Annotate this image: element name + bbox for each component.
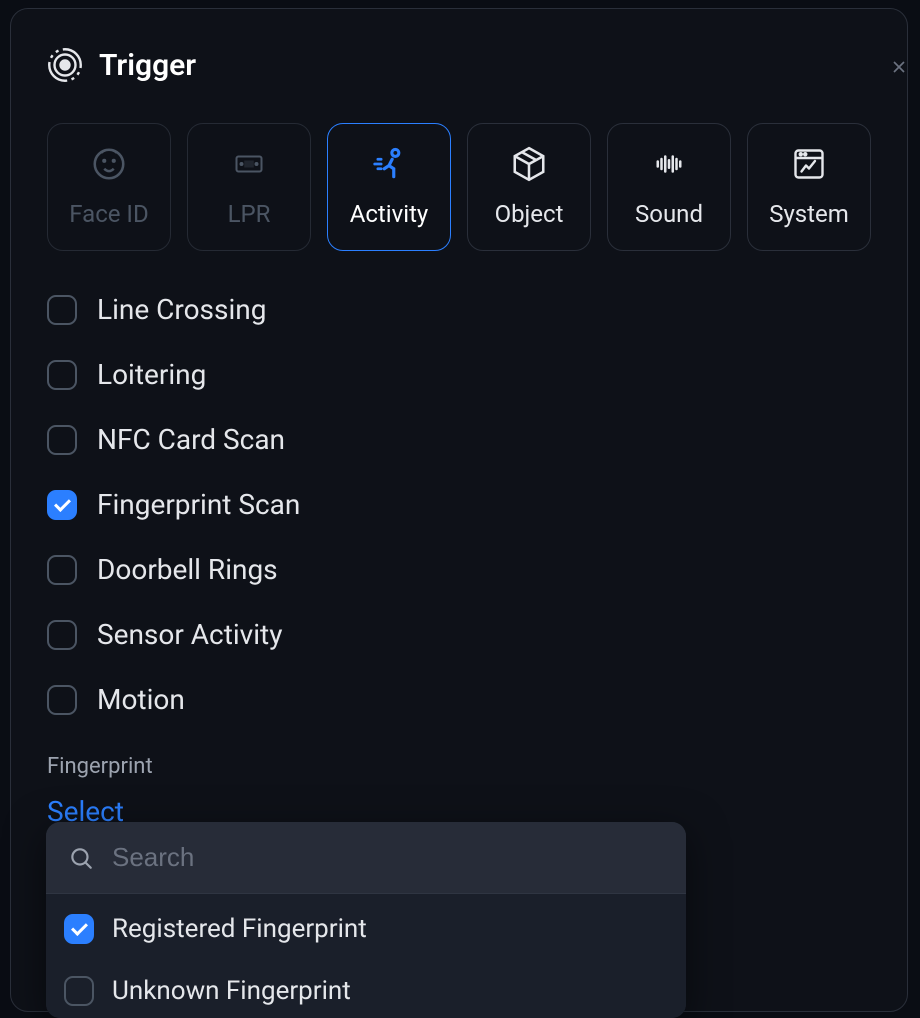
- tab-label: Face ID: [69, 200, 148, 228]
- checkbox-input[interactable]: [47, 295, 77, 325]
- tab-label: Activity: [350, 200, 429, 228]
- sound-icon: [649, 146, 689, 182]
- tab-label: System: [769, 200, 849, 228]
- dropdown-option-label: Registered Fingerprint: [112, 914, 367, 944]
- checkbox-sensor-activity[interactable]: Sensor Activity: [47, 618, 871, 651]
- dropdown-option-unknown-fingerprint[interactable]: Unknown Fingerprint: [64, 976, 668, 1006]
- tab-face-id[interactable]: Face ID: [47, 123, 171, 251]
- checkbox-label: Motion: [97, 683, 185, 716]
- checkbox-input[interactable]: [47, 360, 77, 390]
- tab-object[interactable]: Object: [467, 123, 591, 251]
- dropdown-option-list: Registered Fingerprint Unknown Fingerpri…: [46, 894, 686, 1018]
- tab-sound[interactable]: Sound: [607, 123, 731, 251]
- fingerprint-section-label: Fingerprint: [47, 754, 871, 779]
- fingerprint-select-dropdown: Registered Fingerprint Unknown Fingerpri…: [46, 822, 686, 1018]
- panel-title: Trigger: [99, 48, 196, 83]
- tab-activity[interactable]: Activity: [327, 123, 451, 251]
- checkbox-loitering[interactable]: Loitering: [47, 358, 871, 391]
- dropdown-search-row: [46, 822, 686, 894]
- checkbox-label: Fingerprint Scan: [97, 488, 300, 521]
- tab-label: Object: [495, 200, 564, 228]
- checkbox-input[interactable]: [47, 685, 77, 715]
- checkbox-label: Doorbell Rings: [97, 553, 278, 586]
- checkbox-label: NFC Card Scan: [97, 423, 285, 456]
- face-icon: [89, 146, 129, 182]
- panel-header: Trigger: [47, 47, 871, 83]
- dropdown-option-label: Unknown Fingerprint: [112, 976, 351, 1006]
- checkbox-label: Sensor Activity: [97, 618, 282, 651]
- checkbox-line-crossing[interactable]: Line Crossing: [47, 293, 871, 326]
- tab-label: LPR: [228, 200, 271, 228]
- checkbox-input[interactable]: [47, 620, 77, 650]
- checkbox-fingerprint-scan[interactable]: Fingerprint Scan: [47, 488, 871, 521]
- search-icon: [68, 845, 94, 871]
- target-icon: [47, 47, 83, 83]
- object-icon: [509, 146, 549, 182]
- checkbox-input[interactable]: [47, 490, 77, 520]
- checkbox-label: Line Crossing: [97, 293, 266, 326]
- trigger-tabs: Face ID LPR Ac: [47, 123, 871, 251]
- checkbox-input[interactable]: [64, 914, 94, 944]
- search-input[interactable]: [112, 842, 664, 873]
- lpr-icon: [229, 146, 269, 182]
- dropdown-option-registered-fingerprint[interactable]: Registered Fingerprint: [64, 914, 668, 944]
- close-button[interactable]: [889, 57, 909, 93]
- activity-checkbox-list: Line Crossing Loitering NFC Card Scan Fi…: [47, 293, 871, 716]
- tab-system[interactable]: System: [747, 123, 871, 251]
- checkbox-label: Loitering: [97, 358, 206, 391]
- activity-icon: [369, 146, 409, 182]
- tab-label: Sound: [635, 200, 703, 228]
- close-icon: [889, 57, 909, 77]
- checkbox-input[interactable]: [47, 555, 77, 585]
- checkbox-input[interactable]: [47, 425, 77, 455]
- checkbox-motion[interactable]: Motion: [47, 683, 871, 716]
- checkbox-nfc-card-scan[interactable]: NFC Card Scan: [47, 423, 871, 456]
- system-icon: [789, 146, 829, 182]
- checkbox-doorbell-rings[interactable]: Doorbell Rings: [47, 553, 871, 586]
- checkbox-input[interactable]: [64, 976, 94, 1006]
- tab-lpr[interactable]: LPR: [187, 123, 311, 251]
